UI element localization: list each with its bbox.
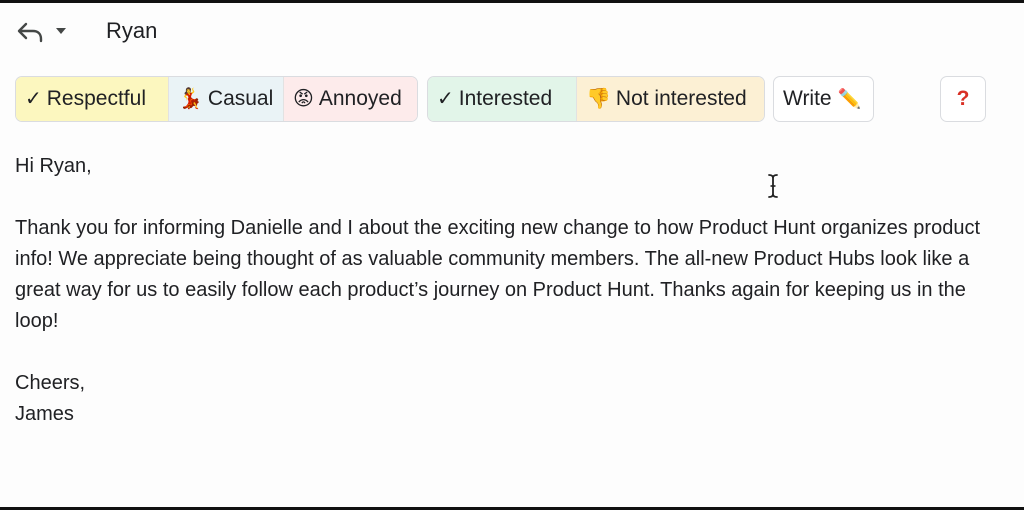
message-greeting: Hi Ryan, <box>15 155 92 177</box>
reply-header: Ryan <box>0 3 1024 61</box>
not-interested-button[interactable]: 👎 Not interested <box>576 77 764 121</box>
caret-down-icon[interactable] <box>54 25 68 37</box>
respectful-button[interactable]: ✓ Respectful <box>16 77 168 121</box>
message-signoff: Cheers, <box>15 372 86 394</box>
not-interested-label: Not interested <box>615 87 747 110</box>
dancer-icon: 💃 <box>178 88 203 110</box>
text-cursor-icon <box>768 174 778 198</box>
question-mark-icon: ? <box>956 87 970 110</box>
reply-arrow-icon[interactable] <box>16 20 44 44</box>
reply-suggestion-toolbar: ✓ Respectful 💃 Casual 😡 Annoyed ✓ Intere… <box>0 76 1024 124</box>
respectful-label: Respectful <box>46 87 146 110</box>
message-signature: James <box>15 403 74 425</box>
message-body[interactable]: Hi Ryan, Thank you for informing Daniell… <box>15 151 1005 430</box>
interested-button[interactable]: ✓ Interested <box>428 77 576 121</box>
help-button[interactable]: ? <box>940 76 986 122</box>
thumbs-down-icon: 👎 <box>586 88 611 110</box>
tone-button-group: ✓ Respectful 💃 Casual 😡 Annoyed <box>15 76 418 122</box>
pencil-icon: ✏️ <box>837 89 862 110</box>
write-button[interactable]: Write ✏️ <box>773 76 874 122</box>
interested-label: Interested <box>458 87 553 110</box>
interest-button-group: ✓ Interested 👎 Not interested <box>427 76 765 122</box>
annoyed-button[interactable]: 😡 Annoyed <box>283 77 417 121</box>
annoyed-label: Annoyed <box>318 87 402 110</box>
recipient-name[interactable]: Ryan <box>106 18 157 44</box>
write-label: Write <box>783 87 832 110</box>
compose-window: Ryan ✓ Respectful 💃 Casual 😡 Annoyed ✓ I… <box>0 0 1024 510</box>
checkmark-icon: ✓ <box>25 88 42 110</box>
angry-face-icon: 😡 <box>293 88 314 110</box>
message-paragraph: Thank you for informing Danielle and I a… <box>15 217 981 332</box>
casual-button[interactable]: 💃 Casual <box>168 77 283 121</box>
casual-label: Casual <box>207 87 274 110</box>
checkmark-icon: ✓ <box>437 88 454 110</box>
